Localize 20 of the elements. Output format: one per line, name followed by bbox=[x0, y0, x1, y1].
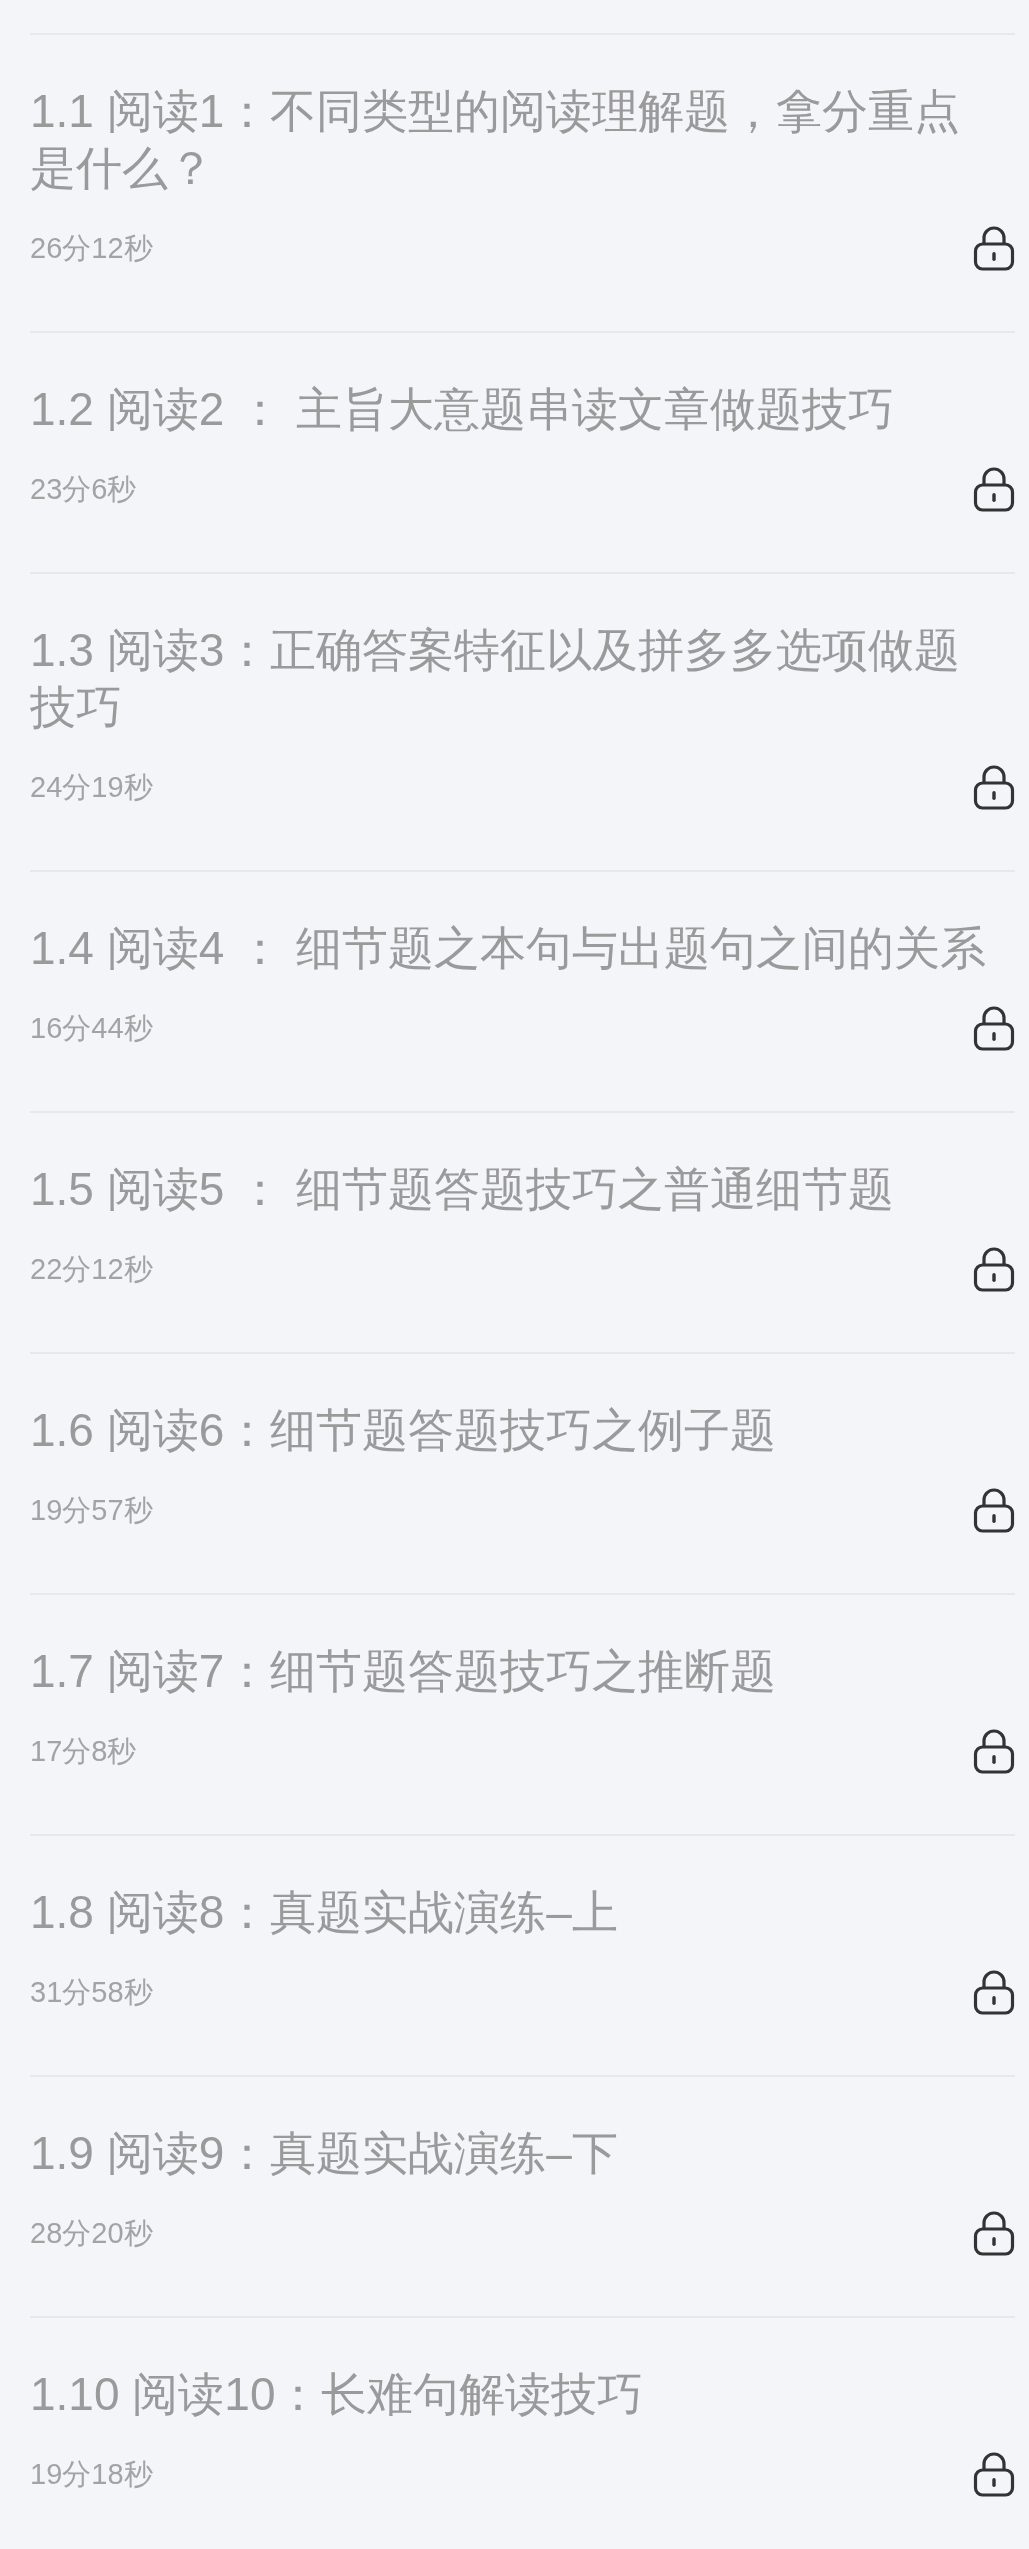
lesson-duration: 19分18秒 bbox=[30, 2457, 153, 2492]
lesson-title[interactable]: 1.9 阅读9：真题实战演练–下 bbox=[30, 2125, 1015, 2182]
lesson-duration: 24分19秒 bbox=[30, 770, 153, 805]
lesson-duration: 19分57秒 bbox=[30, 1493, 153, 1528]
lesson-duration: 17分8秒 bbox=[30, 1734, 137, 1769]
lesson-duration: 23分6秒 bbox=[30, 472, 137, 507]
lesson-title[interactable]: 1.4 阅读4 ： 细节题之本句与出题句之间的关系 bbox=[30, 920, 1015, 977]
lesson-title[interactable]: 1.8 阅读8：真题实战演练–上 bbox=[30, 1884, 1015, 1941]
lesson-duration: 16分44秒 bbox=[30, 1011, 153, 1046]
lesson-title[interactable]: 1.7 阅读7：细节题答题技巧之推断题 bbox=[30, 1643, 1015, 1700]
lesson-duration: 22分12秒 bbox=[30, 1252, 153, 1287]
lesson-title[interactable]: 1.1 阅读1：不同类型的阅读理解题，拿分重点是什么？ bbox=[30, 83, 1015, 197]
lesson-title[interactable]: 1.6 阅读6：细节题答题技巧之例子题 bbox=[30, 1402, 1015, 1459]
lesson-title[interactable]: 1.2 阅读2 ： 主旨大意题串读文章做题技巧 bbox=[30, 381, 1015, 438]
lesson-title[interactable]: 1.10 阅读10：长难句解读技巧 bbox=[30, 2366, 1015, 2423]
lesson-duration: 28分20秒 bbox=[30, 2216, 153, 2251]
lesson-title[interactable]: 1.3 阅读3：正确答案特征以及拼多多选项做题技巧 bbox=[30, 622, 1015, 736]
lesson-duration: 31分58秒 bbox=[30, 1975, 153, 2010]
lesson-duration: 26分12秒 bbox=[30, 231, 153, 266]
lesson-title[interactable]: 1.5 阅读5 ： 细节题答题技巧之普通细节题 bbox=[30, 1161, 1015, 1218]
